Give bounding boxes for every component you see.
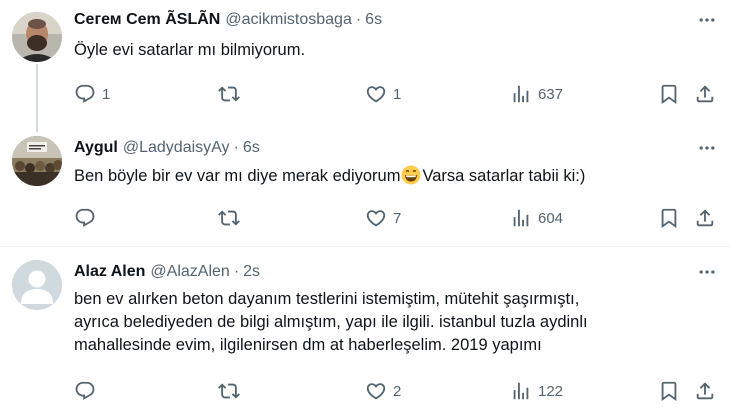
author-handle[interactable]: @AlazAlen [150,263,229,281]
tweet-text-line-2: ayrıca belediyeden de bilgi almıştım, ya… [74,313,588,331]
like-button[interactable]: 1 [365,82,401,106]
author-name[interactable]: Aygul [74,139,118,157]
retweet-button[interactable] [218,206,246,230]
like-icon [365,207,387,229]
grinning-emoji [401,165,421,185]
retweet-button[interactable] [218,379,246,403]
views-icon [510,83,532,105]
tweet-2[interactable]: Aygul @LadydaisyAy · 6s Ben böyle bir ev… [0,136,730,244]
action-bar: 7 604 [74,206,720,230]
more-icon [697,138,717,158]
more-options-button[interactable] [696,262,718,282]
separator-dot: · [233,263,240,280]
views-button[interactable]: 637 [510,82,563,106]
like-button[interactable]: 2 [365,379,401,403]
author-handle[interactable]: @LadydaisyAy [123,139,230,157]
like-button[interactable]: 7 [365,206,401,230]
more-options-button[interactable] [696,138,718,158]
tweet-1[interactable]: Ceгем Cem ÃSLÃN @acikmistosbaga · 6s Öyl… [0,8,730,120]
tweet-text-part-2: Varsa satarlar tabii ki:) [422,167,586,185]
more-icon [697,262,717,282]
separator-dot: · [355,11,362,28]
views-button[interactable]: 122 [510,379,563,403]
action-bar: 2 122 [74,379,720,403]
tweet-text-part-1: Ben böyle bir ev var mı diye merak ediyo… [74,167,401,185]
share-icon [694,83,716,105]
timestamp[interactable]: 6s [365,11,382,29]
share-button[interactable] [694,206,716,230]
more-options-button[interactable] [696,10,718,30]
views-icon [510,207,532,229]
timestamp[interactable]: 6s [243,139,260,157]
tweet-text: ben ev alırken beton dayanım testlerini … [74,288,588,357]
action-bar: 1 1 637 [74,82,720,106]
retweet-icon [218,207,240,229]
reply-button[interactable] [74,206,102,230]
tweet-header: Alaz Alen @AlazAlen · 2s [74,260,260,284]
separator-dot: · [233,139,239,156]
timestamp[interactable]: 2s [243,263,260,281]
avatar[interactable] [12,260,62,310]
retweet-icon [218,83,240,105]
tweet-header: Ceгем Cem ÃSLÃN @acikmistosbaga · 6s [74,8,382,32]
tweet-3[interactable]: Alaz Alen @AlazAlen · 2s ben ev alırken … [0,260,730,416]
share-button[interactable] [694,82,716,106]
avatar[interactable] [12,136,62,186]
views-button[interactable]: 604 [510,206,563,230]
like-icon [365,83,387,105]
like-count: 2 [393,382,402,400]
bookmark-button[interactable] [658,206,680,230]
reply-count: 1 [102,85,111,103]
tweet-text: Ben böyle bir ev var mı diye merak ediyo… [74,165,585,188]
bookmark-icon [658,207,680,229]
share-icon [694,207,716,229]
share-icon [694,380,716,402]
bookmark-button[interactable] [658,82,680,106]
like-count: 1 [393,85,402,103]
view-count: 604 [538,209,564,227]
like-icon [365,380,387,402]
tweet-text-line-1: ben ev alırken beton dayanım testlerini … [74,290,580,308]
avatar[interactable] [12,12,62,62]
tweet-divider [0,246,730,247]
share-button[interactable] [694,379,716,403]
tweet-text: Öyle evi satarlar mı bilmiyorum. [74,41,306,59]
author-name[interactable]: Alaz Alen [74,263,145,281]
bookmark-icon [658,83,680,105]
reply-icon [74,207,96,229]
reply-icon [74,380,96,402]
reply-icon [74,83,96,105]
reply-button[interactable]: 1 [74,82,110,106]
more-icon [697,10,717,30]
tweet-text-line-3: mahallesinde evim, ilgilenirsen dm at ha… [74,336,542,354]
view-count: 122 [538,382,564,400]
author-name[interactable]: Ceгем Cem ÃSLÃN [74,11,220,29]
tweet-header: Aygul @LadydaisyAy · 6s [74,136,260,160]
reply-button[interactable] [74,379,102,403]
like-count: 7 [393,209,402,227]
author-handle[interactable]: @acikmistosbaga [225,11,352,29]
view-count: 637 [538,85,564,103]
retweet-icon [218,380,240,402]
views-icon [510,380,532,402]
bookmark-button[interactable] [658,379,680,403]
bookmark-icon [658,380,680,402]
retweet-button[interactable] [218,82,246,106]
